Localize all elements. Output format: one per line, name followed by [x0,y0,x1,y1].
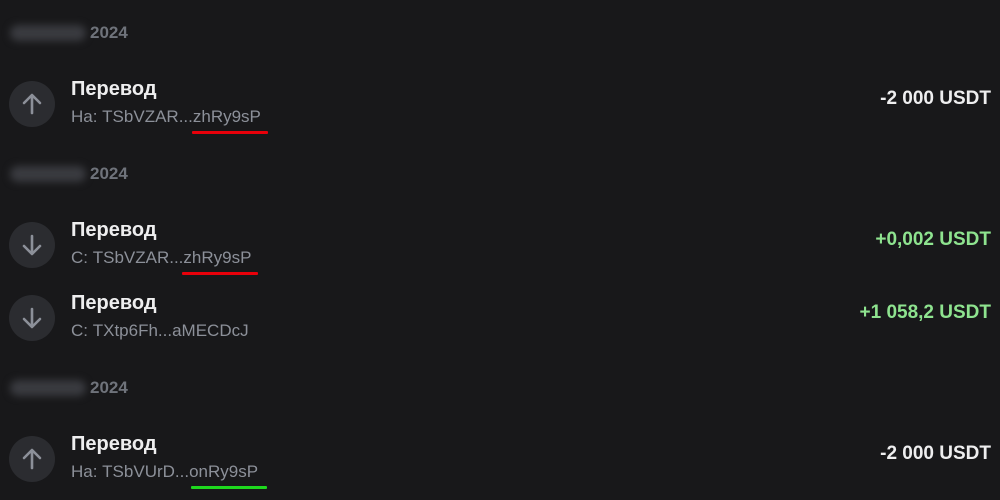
transaction-title: Перевод [71,292,157,314]
transaction-row[interactable]: Перевод На: TSbVZAR...zhRy9sP -2 000 USD… [0,72,1000,136]
transaction-amount: +0,002 USDT [875,229,991,250]
arrow-down-icon [9,222,55,268]
transaction-row[interactable]: Перевод На: TSbVUrD...onRy9sP -2 000 USD… [0,427,1000,491]
transaction-amount: +1 058,2 USDT [859,302,992,323]
transaction-address: С: TXtp6Fh...aMECDcJ [71,321,249,340]
date-year: 2024 [90,164,128,183]
transaction-address: На: TSbVUrD...onRy9sP [71,462,259,481]
date-year: 2024 [90,23,128,42]
transaction-row[interactable]: Перевод С: TSbVZAR...zhRy9sP +0,002 USDT [0,213,1000,277]
date-year: 2024 [90,378,128,397]
transaction-history: 2024 Перевод На: TSbVZAR...zhRy9sP -2 00… [0,0,1000,500]
transaction-title: Перевод [71,219,157,241]
red-underline-annotation [192,131,268,134]
green-underline-annotation [191,486,267,489]
transaction-title: Перевод [71,78,157,100]
transaction-row[interactable]: Перевод С: TXtp6Fh...aMECDcJ +1 058,2 US… [0,286,1000,350]
date-header: 2024 [10,376,128,400]
arrow-down-icon [9,295,55,341]
blurred-date [10,25,86,41]
arrow-up-icon [9,436,55,482]
blurred-date [10,380,86,396]
transaction-address: С: TSbVZAR...zhRy9sP [71,248,252,267]
blurred-date [10,166,86,182]
transaction-amount: -2 000 USDT [880,88,991,109]
red-underline-annotation [182,272,258,275]
date-header: 2024 [10,21,128,45]
transaction-title: Перевод [71,433,157,455]
arrow-up-icon [9,81,55,127]
date-header: 2024 [10,162,128,186]
transaction-address: На: TSbVZAR...zhRy9sP [71,107,261,126]
transaction-amount: -2 000 USDT [880,443,991,464]
